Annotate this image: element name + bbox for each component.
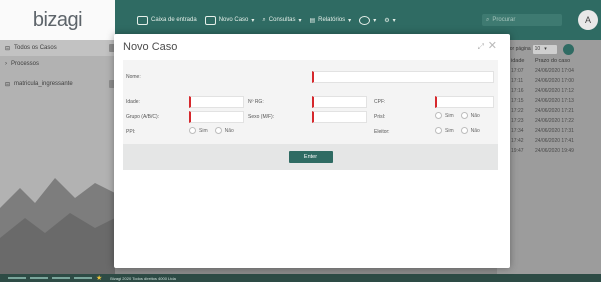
chevron-down-icon: ▾	[544, 46, 547, 52]
sidebar: ⊟ Todos os Casos › Processos ⊟ matricula…	[0, 40, 115, 278]
expand-icon[interactable]: ⤢	[478, 42, 484, 52]
star-icon: ★	[96, 275, 103, 282]
radio-yes[interactable]	[435, 127, 442, 134]
radio-no[interactable]	[214, 127, 222, 134]
background-mountains	[0, 178, 115, 278]
rg-label: Nº RG:	[248, 99, 264, 105]
cases-icon: ⊟	[5, 81, 11, 88]
view-icon[interactable]	[562, 43, 574, 55]
table-row[interactable]: 17:34 24/06/2020 17:31	[497, 126, 601, 136]
search-icon: ⌕	[262, 16, 266, 23]
table-row[interactable]: 19:47 24/06/2020 19:49	[497, 146, 601, 156]
name-field[interactable]	[312, 71, 494, 83]
table-row[interactable]: 17:16 24/06/2020 17:12	[497, 86, 601, 96]
add-icon	[359, 15, 371, 25]
nav-settings[interactable]: ⚙ ▾	[384, 17, 395, 24]
case-form: Nome: Idade: Nº RG: CPF: Grupo (A/B/C): …	[123, 60, 498, 144]
action-bar: Enter	[123, 144, 498, 170]
new-case-icon	[204, 15, 216, 25]
chevron-down-icon: ▾	[298, 17, 302, 24]
radio-yes[interactable]	[189, 127, 196, 134]
footer-bar: ★ Bizagi 2020 Todos direitos 4000 Ltda	[0, 274, 601, 282]
sidebar-item-all-cases[interactable]: ⊟ Todos os Casos	[0, 40, 115, 56]
nav-add[interactable]: ▾	[359, 15, 377, 25]
logo: bizagi	[32, 8, 83, 31]
radio-no[interactable]	[460, 112, 468, 119]
cpf-label: CPF:	[374, 99, 386, 105]
age-field[interactable]	[189, 96, 244, 108]
voter-radio-group: Sim Não	[435, 127, 480, 134]
pagination: por página 10 ▾	[497, 42, 601, 56]
nav-queries[interactable]: ⌕ Consultas ▾	[262, 17, 301, 24]
footer-dash	[52, 277, 70, 279]
sex-field[interactable]	[312, 111, 367, 123]
enter-button[interactable]: Enter	[288, 151, 333, 163]
radio-yes[interactable]	[435, 112, 442, 119]
case-table: por página 10 ▾ idade Prazo do caso 17:0…	[497, 40, 601, 278]
inbox-icon	[137, 15, 148, 25]
ppi-radio-group: Sim Não	[189, 127, 234, 134]
chevron-down-icon: ▾	[348, 17, 352, 24]
age-label: Idade:	[126, 99, 140, 105]
nav-new-case[interactable]: Novo Caso ▾	[204, 15, 255, 25]
table-row[interactable]: 17:42 24/06/2020 17:41	[497, 136, 601, 146]
footer-dash	[74, 277, 92, 279]
footer-dash	[30, 277, 48, 279]
prisk-radio-group: Sim Não	[435, 112, 480, 119]
chevron-down-icon: ▾	[251, 17, 255, 24]
group-label: Grupo (A/B/C):	[126, 114, 160, 120]
table-row[interactable]: 17:07 24/06/2020 17:04	[497, 66, 601, 76]
cases-icon: ⊟	[5, 45, 11, 52]
group-field[interactable]	[189, 111, 244, 123]
table-header: idade Prazo do caso	[511, 58, 571, 64]
per-page-select[interactable]: 10 ▾	[532, 44, 557, 54]
prisk-label: PrisI:	[374, 114, 386, 120]
table-row[interactable]: 17:11 24/06/2020 17:00	[497, 76, 601, 86]
chevron-right-icon: ›	[5, 61, 7, 67]
search-icon: ⌕	[486, 16, 490, 23]
nav-inbox[interactable]: Caixa de entrada	[137, 15, 197, 25]
table-row[interactable]: 17:22 24/06/2020 17:21	[497, 106, 601, 116]
ppi-label: PPI:	[126, 129, 136, 135]
chart-icon: ▤	[309, 17, 316, 24]
rg-field[interactable]	[312, 96, 367, 108]
chevron-down-icon: ▾	[373, 17, 377, 24]
modal-title: Novo Caso	[123, 41, 178, 53]
logo-area: bizagi	[0, 0, 115, 40]
table-row[interactable]: 17:23 24/06/2020 17:22	[497, 116, 601, 126]
search-box[interactable]: ⌕ Procurar	[482, 14, 562, 26]
sidebar-item-processes[interactable]: › Processos	[0, 56, 115, 72]
name-label: Nome:	[126, 74, 141, 80]
table-row[interactable]: 17:15 24/06/2020 17:13	[497, 96, 601, 106]
chevron-down-icon: ▾	[392, 17, 396, 24]
voter-label: Eleitor:	[374, 129, 390, 135]
avatar[interactable]: A	[578, 10, 598, 30]
close-icon[interactable]: ✕	[488, 39, 497, 52]
gear-icon: ⚙	[384, 17, 390, 24]
footer-text: Bizagi 2020 Todos direitos 4000 Ltda	[110, 275, 176, 281]
search-placeholder: Procurar	[492, 17, 516, 23]
nav-reports[interactable]: ▤ Relatórios ▾	[309, 17, 351, 24]
sidebar-item-matricula[interactable]: ⊟ matricula_ingressante	[0, 76, 115, 92]
cpf-field[interactable]	[435, 96, 494, 108]
radio-no[interactable]	[460, 127, 468, 134]
sex-label: Sexo (M/F):	[248, 114, 275, 120]
footer-dash	[8, 277, 26, 279]
new-case-modal: Novo Caso ⤢ ✕ Nome: Idade: Nº RG: CPF: G…	[114, 34, 510, 268]
